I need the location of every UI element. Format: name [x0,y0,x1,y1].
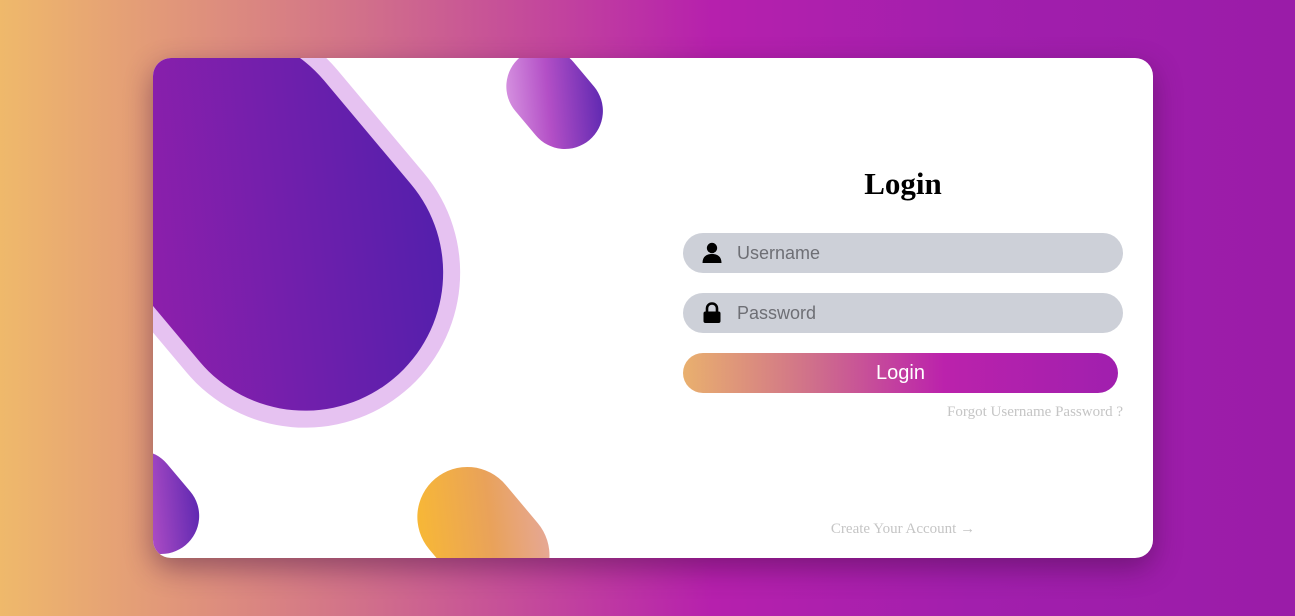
lock-icon [701,302,723,324]
login-button[interactable]: Login [683,353,1118,393]
bottom-left-capsule [153,450,200,554]
login-card: Login Login Forgot Username Password ? C… [153,58,1153,558]
orange-capsule [417,466,550,558]
create-account-link[interactable]: Create Your Account → [803,521,1003,538]
username-input[interactable] [737,242,1097,264]
decorative-shapes [153,58,603,558]
username-field[interactable] [683,233,1123,273]
password-input[interactable] [737,302,1097,324]
forgot-password-link[interactable]: Forgot Username Password ? [947,404,1123,421]
password-field[interactable] [683,293,1123,333]
large-purple-capsule [153,58,461,428]
top-small-capsule [506,58,603,149]
user-icon [701,242,723,264]
login-title: Login [864,166,942,201]
